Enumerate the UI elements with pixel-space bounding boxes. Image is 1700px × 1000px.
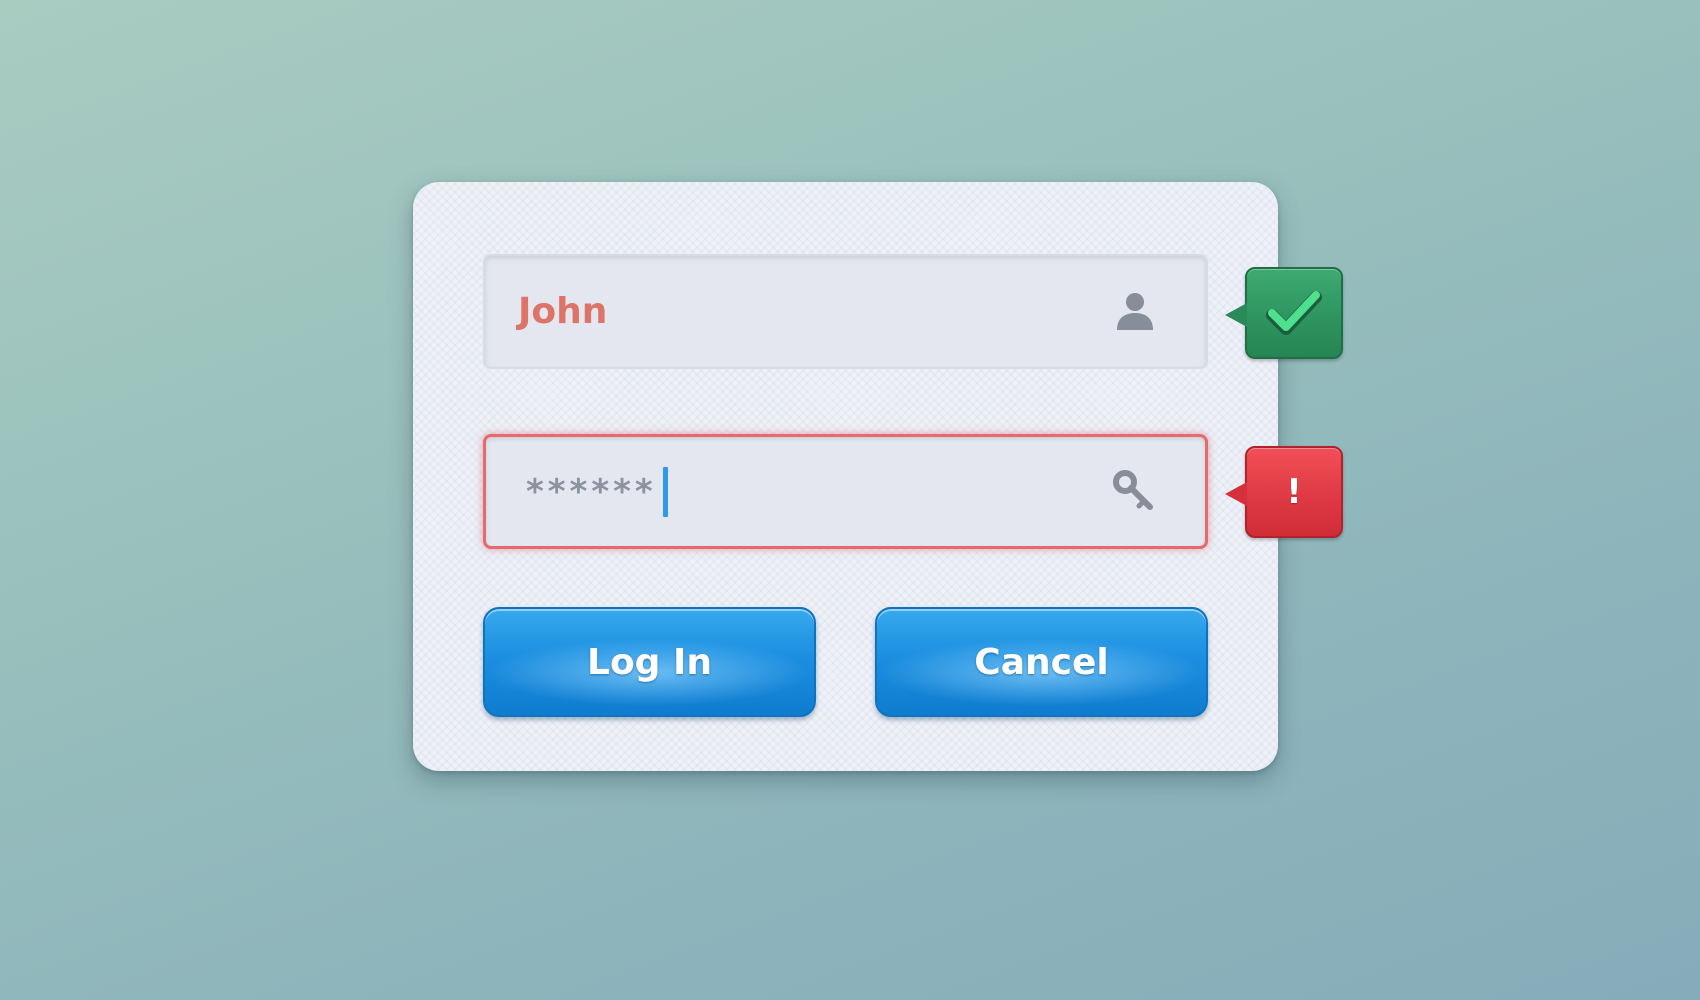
key-icon (1108, 466, 1160, 518)
username-value: John (518, 291, 608, 332)
password-field[interactable]: ****** (483, 434, 1208, 549)
password-value-wrap: ****** (526, 437, 668, 546)
cancel-button[interactable]: Cancel (875, 607, 1208, 717)
password-error-badge: ! (1225, 446, 1343, 538)
checkmark-icon (1247, 269, 1341, 357)
page-background: John ****** ! Log In Cancel (0, 0, 1700, 1000)
login-button[interactable]: Log In (483, 607, 816, 717)
alert-icon: ! (1286, 472, 1302, 512)
text-caret (662, 466, 668, 517)
user-icon (1109, 286, 1161, 338)
login-card: John ****** ! Log In Cancel (413, 182, 1343, 771)
username-valid-badge (1225, 267, 1343, 359)
username-field[interactable]: John (483, 254, 1208, 369)
password-value: ****** (526, 471, 657, 512)
